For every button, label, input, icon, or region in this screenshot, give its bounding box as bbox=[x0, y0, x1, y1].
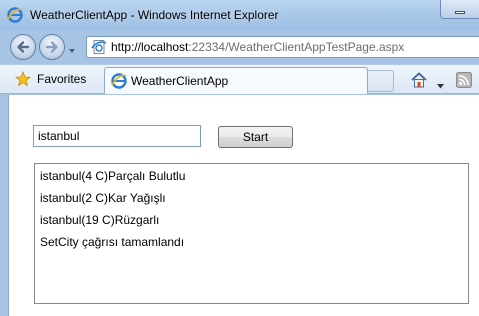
url-host: http://localhost bbox=[111, 40, 189, 54]
url-path: :22334/WeatherClientAppTestPage.aspx bbox=[188, 40, 405, 54]
new-tab-button[interactable] bbox=[368, 70, 394, 92]
window-title: WeatherClientApp - Windows Internet Expl… bbox=[30, 8, 279, 22]
favorites-label: Favorites bbox=[37, 72, 87, 86]
list-item[interactable]: istanbul(4 C)Parçalı Bulutlu bbox=[40, 169, 185, 183]
ie-icon bbox=[7, 7, 23, 23]
chevron-down-icon[interactable] bbox=[437, 78, 444, 89]
navigation-bar: http://localhost:22334/WeatherClientAppT… bbox=[0, 30, 479, 64]
title-bar: WeatherClientApp - Windows Internet Expl… bbox=[0, 0, 479, 30]
minimize-button[interactable] bbox=[440, 0, 479, 19]
page-icon bbox=[91, 39, 107, 55]
start-button[interactable]: Start bbox=[218, 126, 293, 148]
back-button[interactable] bbox=[10, 34, 36, 60]
star-icon bbox=[14, 70, 32, 87]
page-content: Start istanbul(4 C)Parçalı Bulutlu istan… bbox=[8, 95, 479, 316]
tab-label: WeatherClientApp bbox=[131, 74, 229, 88]
city-input[interactable] bbox=[33, 125, 201, 147]
address-bar[interactable]: http://localhost:22334/WeatherClientAppT… bbox=[86, 36, 479, 58]
results-listbox[interactable]: istanbul(4 C)Parçalı Bulutlu istanbul(2 … bbox=[34, 163, 469, 304]
tab-weatherclientapp[interactable]: WeatherClientApp bbox=[104, 67, 368, 94]
rss-icon[interactable] bbox=[456, 72, 472, 88]
home-icon[interactable] bbox=[410, 71, 428, 89]
url-text[interactable]: http://localhost:22334/WeatherClientAppT… bbox=[111, 40, 404, 54]
forward-button[interactable] bbox=[39, 34, 65, 60]
list-item[interactable]: istanbul(2 C)Kar Yağışlı bbox=[40, 191, 166, 205]
favorites-bar: Favorites WeatherClientApp bbox=[0, 64, 479, 94]
list-item[interactable]: SetCity çağrısı tamamlandı bbox=[40, 235, 184, 249]
recent-pages-dropdown[interactable] bbox=[68, 44, 76, 53]
favorites-button[interactable]: Favorites bbox=[10, 68, 102, 90]
ie-tab-icon bbox=[111, 73, 127, 89]
list-item[interactable]: istanbul(19 C)Rüzgarlı bbox=[40, 213, 159, 227]
